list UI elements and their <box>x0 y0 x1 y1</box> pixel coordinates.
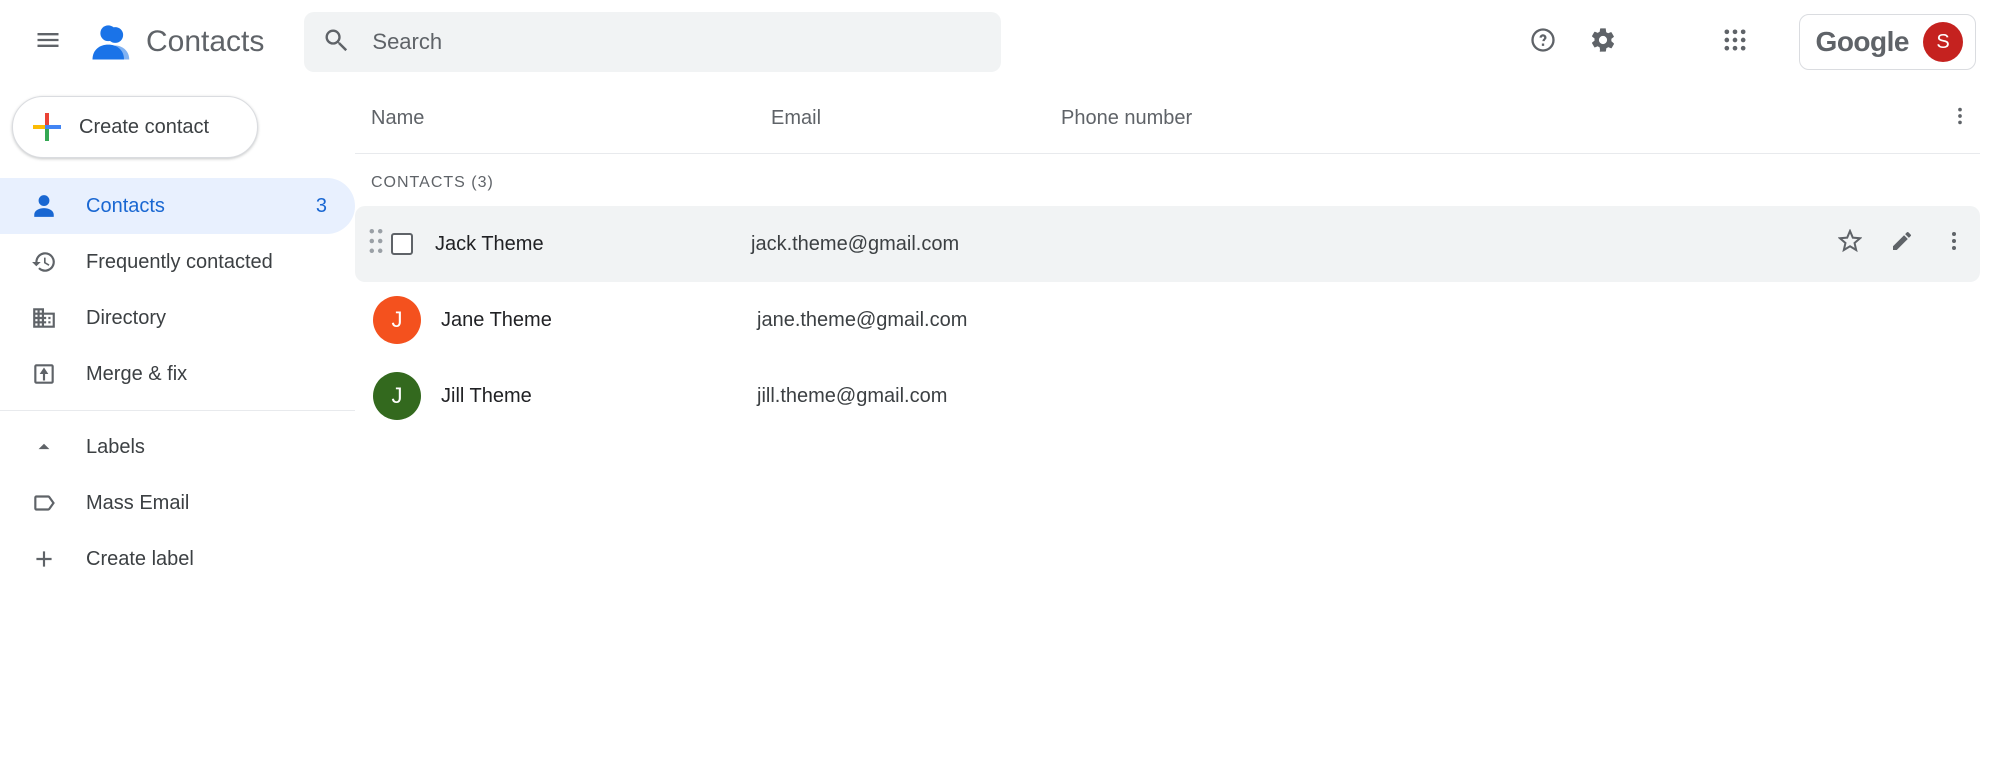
sidebar-item-merge-fix[interactable]: Merge & fix <box>0 346 355 402</box>
contact-email: jill.theme@gmail.com <box>757 385 1157 408</box>
column-settings-button[interactable] <box>1940 105 1980 133</box>
star-button[interactable] <box>1838 229 1862 259</box>
sidebar-item-label: Directory <box>86 307 166 330</box>
main-menu-button[interactable] <box>24 18 72 66</box>
apps-grid-icon <box>1721 26 1749 59</box>
column-name[interactable]: Name <box>371 107 771 130</box>
plus-icon <box>30 545 58 573</box>
sidebar-item-label: Mass Email <box>86 492 189 515</box>
sidebar-item-frequently-contacted[interactable]: Frequently contacted <box>0 234 355 290</box>
sidebar-item-label: Contacts <box>86 195 165 218</box>
contacts-section-label: CONTACTS (3) <box>355 154 1980 206</box>
sidebar-item-directory[interactable]: Directory <box>0 290 355 346</box>
settings-button[interactable] <box>1579 18 1627 66</box>
sidebar-item-label: Merge & fix <box>86 363 187 386</box>
contact-row[interactable]: Jack Themejack.theme@gmail.com <box>355 206 1980 282</box>
hamburger-icon <box>34 26 62 59</box>
sidebar-item-label: Create label <box>86 548 194 571</box>
search-box[interactable] <box>304 12 1001 72</box>
chevron-up-icon <box>30 433 58 461</box>
search-icon <box>322 26 350 59</box>
help-button[interactable] <box>1519 18 1567 66</box>
app-header: Contacts Google S <box>0 0 2000 84</box>
contacts-logo-icon <box>86 18 134 66</box>
contact-row[interactable]: J Jane Themejane.theme@gmail.com <box>355 282 1980 358</box>
table-header: Name Email Phone number <box>355 84 1980 154</box>
person-icon <box>30 192 58 220</box>
google-plus-icon <box>31 111 63 143</box>
domain-icon <box>30 304 58 332</box>
select-checkbox[interactable] <box>391 233 413 255</box>
gear-icon <box>1589 26 1617 59</box>
sidebar-item-label: Labels <box>86 436 145 459</box>
sidebar-item-badge: 3 <box>316 195 327 218</box>
google-apps-button[interactable] <box>1711 18 1759 66</box>
sidebar-divider <box>0 410 355 411</box>
app-brand: Contacts <box>86 18 264 66</box>
contact-name: Jill Theme <box>441 385 757 408</box>
edit-button[interactable] <box>1890 229 1914 259</box>
search-input[interactable] <box>370 28 983 56</box>
sidebar-label-create-label[interactable]: Create label <box>0 531 355 587</box>
google-account-chip[interactable]: Google S <box>1799 14 1976 70</box>
create-contact-label: Create contact <box>79 116 209 139</box>
contact-name: Jack Theme <box>435 233 751 256</box>
sidebar-item-contacts[interactable]: Contacts 3 <box>0 178 355 234</box>
drag-handle-icon[interactable] <box>367 227 391 261</box>
contact-avatar: J <box>373 372 421 420</box>
sidebar-item-label: Frequently contacted <box>86 251 273 274</box>
contact-name: Jane Theme <box>441 309 757 332</box>
app-title: Contacts <box>146 25 264 59</box>
label-icon <box>30 489 58 517</box>
google-logo-text: Google <box>1816 26 1909 58</box>
row-more-button[interactable] <box>1942 229 1966 259</box>
history-icon <box>30 248 58 276</box>
account-avatar[interactable]: S <box>1923 22 1963 62</box>
sidebar: Create contact Contacts 3 Frequently conta… <box>0 84 355 778</box>
sidebar-labels-header[interactable]: Labels <box>0 419 355 475</box>
sidebar-label-mass-email[interactable]: Mass Email <box>0 475 355 531</box>
contact-row[interactable]: J Jill Themejill.theme@gmail.com <box>355 358 1980 434</box>
column-email[interactable]: Email <box>771 107 1061 130</box>
contact-email: jack.theme@gmail.com <box>751 233 1151 256</box>
contact-email: jane.theme@gmail.com <box>757 309 1157 332</box>
help-icon <box>1529 26 1557 59</box>
contact-avatar: J <box>373 296 421 344</box>
main-content: Name Email Phone number CONTACTS (3) Jac… <box>355 84 2000 778</box>
column-phone[interactable]: Phone number <box>1061 107 1940 130</box>
more-vert-icon <box>1949 105 1971 133</box>
merge-icon <box>30 360 58 388</box>
create-contact-button[interactable]: Create contact <box>12 96 258 158</box>
